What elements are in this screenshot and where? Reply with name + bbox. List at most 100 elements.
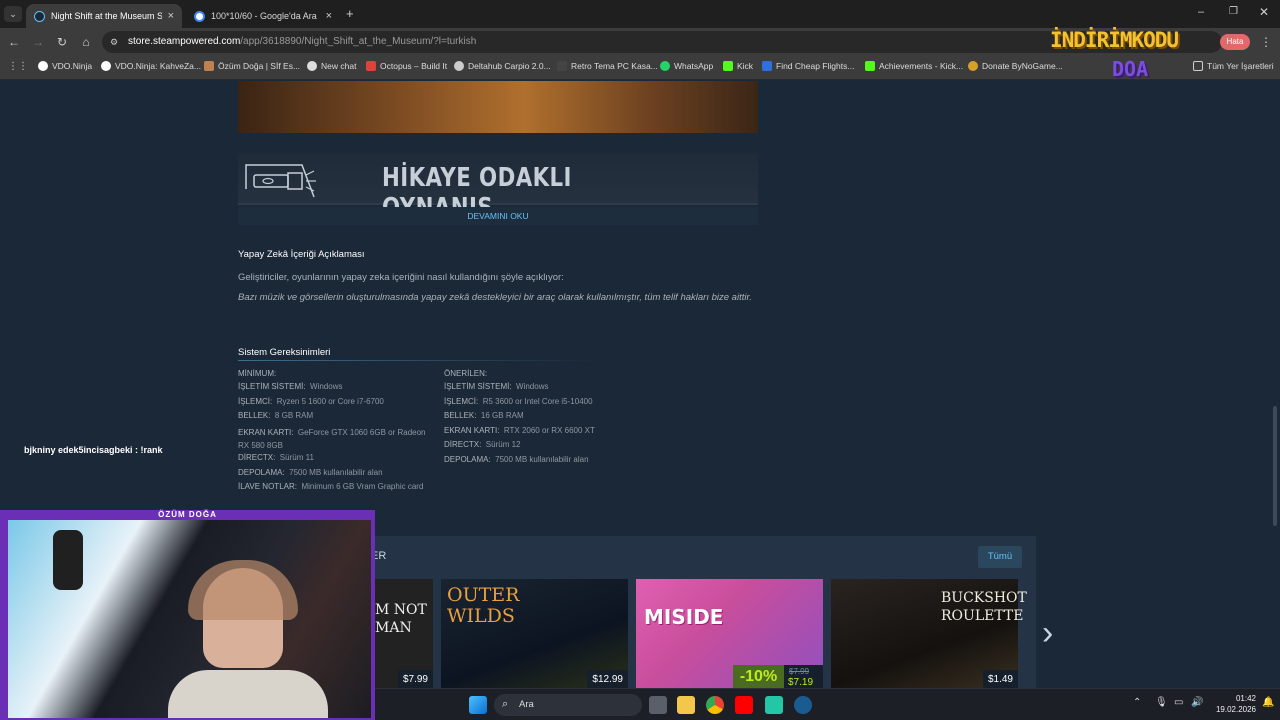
sysreq-rec-storage: DEPOLAMA: 7500 MB kullanılabilir alan xyxy=(444,455,589,464)
whatsapp-icon xyxy=(660,61,670,71)
chrome-icon[interactable] xyxy=(706,696,724,714)
close-tab-icon[interactable]: × xyxy=(168,10,174,22)
bookmark-vdo-ninja[interactable]: VDO.Ninja xyxy=(38,61,92,71)
steam-taskbar-icon[interactable] xyxy=(794,696,812,714)
bookmark-icon xyxy=(366,61,376,71)
apps-icon[interactable]: ⋮⋮ xyxy=(8,61,28,72)
sysreq-min-ram: BELLEK: 8 GB RAM xyxy=(238,411,314,420)
bookmark-icon xyxy=(101,61,111,71)
kick-icon xyxy=(723,61,733,71)
bookmark-icon xyxy=(968,61,978,71)
carousel-next-icon[interactable]: › xyxy=(1042,616,1053,650)
bookmark-icon xyxy=(204,61,214,71)
rec-card-2[interactable]: MISIDE -10% $7.99 $7.19 xyxy=(636,579,823,689)
webcam-video xyxy=(8,520,371,718)
sysreq-rec-cpu: İŞLEMCİ: R5 3600 or Intel Core i5-10400 xyxy=(444,397,593,406)
overlay-logo-line2: DOA xyxy=(1112,57,1149,81)
google-icon xyxy=(194,10,205,22)
clock[interactable]: 01:42 19.02.2026 xyxy=(1208,693,1256,715)
start-icon[interactable] xyxy=(469,696,487,714)
sysreq-rec-gpu: EKRAN KARTI: RTX 2060 or RX 6600 XT xyxy=(444,426,595,435)
ai-disclosure-quote: Bazı müzik ve görsellerin oluşturulmasın… xyxy=(238,292,752,303)
stream-chat-line: bjkniny edek5incisagbeki : !rank xyxy=(24,445,163,455)
see-all-button[interactable]: Tümü xyxy=(978,546,1022,568)
rec-card-1[interactable]: OUTER WILDS $12.99 xyxy=(441,579,628,689)
taskbar-search[interactable]: ⌕ Ara xyxy=(494,694,642,716)
tab-steam[interactable]: Night Shift at the Museum Steam × xyxy=(26,4,182,28)
steam-icon xyxy=(34,10,45,22)
bookmark-new-chat[interactable]: New chat xyxy=(307,61,356,71)
close-window-icon[interactable]: ✕ xyxy=(1259,5,1269,19)
rec-price: $7.99 xyxy=(397,670,433,689)
search-label: Ara xyxy=(519,699,534,710)
rec-title: OUTER WILDS xyxy=(447,584,520,627)
flashlight-icon xyxy=(245,164,316,198)
chatgpt-icon xyxy=(307,61,317,71)
bookmark-ozum-doga[interactable]: Özüm Doğa | Sİf Es... xyxy=(204,61,300,71)
bookmark-achievements[interactable]: Achievements - Kick... xyxy=(865,61,963,71)
streamer-name: ÖZÜM DOĞA xyxy=(158,510,217,519)
youtube-icon[interactable] xyxy=(735,696,753,714)
bookmark-flights[interactable]: Find Cheap Flights... xyxy=(762,61,854,71)
all-bookmarks-folder[interactable]: Tüm Yer İşaretleri xyxy=(1193,61,1274,71)
bookmark-octopus[interactable]: Octopus – Build It xyxy=(366,61,447,71)
rec-card-0[interactable]: M NOT MAN $7.99 xyxy=(375,579,433,689)
home-icon[interactable]: ⌂ xyxy=(78,35,94,49)
rec-title: MISIDE xyxy=(644,605,724,629)
bookmark-deltahub[interactable]: Deltahub Carpio 2.0... xyxy=(454,61,551,71)
volume-icon[interactable]: 🔊 xyxy=(1191,697,1203,708)
network-icon[interactable]: ▭ xyxy=(1174,697,1183,708)
sysreq-min-notes: İLAVE NOTLAR: Minimum 6 GB Vram Graphic … xyxy=(238,482,424,491)
back-icon[interactable]: ← xyxy=(6,35,22,49)
menu-icon[interactable]: ⋮ xyxy=(1258,35,1274,49)
sysreq-divider xyxy=(238,360,598,361)
rec-title: M NOT MAN xyxy=(375,602,427,636)
notifications-icon[interactable]: 🔔 xyxy=(1262,697,1274,708)
bookmark-retro-tema[interactable]: Retro Tema PC Kasa... xyxy=(557,61,658,71)
rec-card-3[interactable]: BUCKSHOT ROULETTE $1.49 xyxy=(831,579,1027,689)
rec-price: $12.99 xyxy=(587,670,628,689)
globe-icon xyxy=(454,61,464,71)
page-scrollbar[interactable] xyxy=(1273,406,1277,526)
ai-disclosure-intro: Geliştiriciler, oyunlarının yapay zeka i… xyxy=(238,272,564,283)
sysreq-min-gpu: EKRAN KARTI: GeForce GTX 1060 6GB or Rad… xyxy=(238,428,426,450)
minimize-icon[interactable]: – xyxy=(1198,6,1204,18)
sysreq-min-title: MİNİMUM: xyxy=(238,369,277,378)
rec-price: $1.49 xyxy=(982,670,1018,689)
file-explorer-icon[interactable] xyxy=(677,696,695,714)
webcam-overlay: ÖZÜM DOĞA xyxy=(0,510,375,720)
sysreq-min-storage: DEPOLAMA: 7500 MB kullanılabilir alan xyxy=(238,468,383,477)
folder-icon xyxy=(1193,61,1203,71)
task-view-icon[interactable] xyxy=(649,696,667,714)
microphone-object xyxy=(53,530,83,590)
discount-badge: -10% xyxy=(733,665,784,689)
sysreq-rec-directx: DİRECTX: Sürüm 12 xyxy=(444,440,521,449)
site-info-icon[interactable]: ⚙ xyxy=(110,37,118,48)
reload-icon[interactable]: ↻ xyxy=(54,35,70,49)
forward-icon[interactable]: → xyxy=(30,35,46,49)
tray-chevron-icon[interactable]: ⌃ xyxy=(1133,697,1141,708)
kick-icon xyxy=(865,61,875,71)
bookmark-vdo-ninja-kahve[interactable]: VDO.Ninja: KahveZa... xyxy=(101,61,201,71)
bookmark-whatsapp[interactable]: WhatsApp xyxy=(660,61,713,71)
person-shirt xyxy=(168,670,328,718)
close-tab-icon[interactable]: × xyxy=(326,10,332,22)
error-pill[interactable]: Hata xyxy=(1220,34,1250,50)
new-tab-icon[interactable]: + xyxy=(346,6,354,21)
sysreq-min-cpu: İŞLEMCİ: Ryzen 5 1600 or Core i7-6700 xyxy=(238,397,384,406)
game-screenshot xyxy=(238,81,758,133)
read-more-button[interactable]: DEVAMINI OKU xyxy=(238,207,758,225)
tab-list-icon[interactable]: ⌄ xyxy=(4,6,22,22)
restore-icon[interactable]: ❐ xyxy=(1229,6,1238,17)
microphone-icon[interactable]: 🎙 xyxy=(1155,697,1168,708)
tab-google[interactable]: 100*10/60 - Google'da Ara × xyxy=(186,4,340,28)
sysreq-min-directx: DİRECTX: Sürüm 11 xyxy=(238,453,314,462)
browser-tab-bar: ⌄ Night Shift at the Museum Steam × 100*… xyxy=(0,0,1280,28)
app-icon[interactable] xyxy=(765,696,783,714)
sysreq-min-os: İŞLETİM SİSTEMİ: Windows xyxy=(238,382,343,391)
bookmark-kick[interactable]: Kick xyxy=(723,61,753,71)
person-hair xyxy=(188,560,298,620)
ai-disclosure-heading: Yapay Zekâ İçeriği Açıklaması xyxy=(238,249,365,260)
bookmark-icon xyxy=(557,61,567,71)
bookmark-donate[interactable]: Donate ByNoGame... xyxy=(968,61,1063,71)
